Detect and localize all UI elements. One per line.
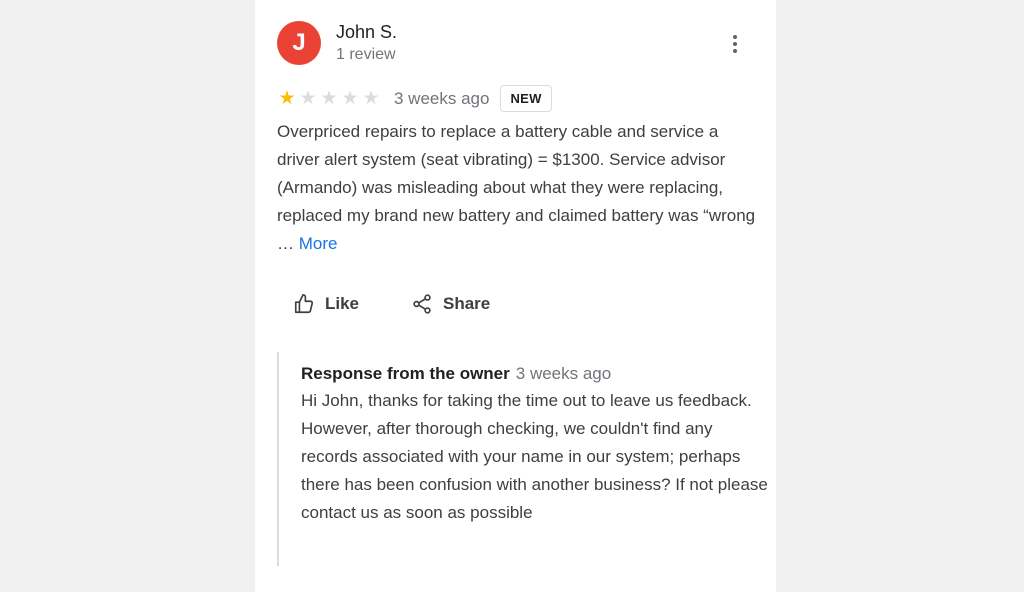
share-label: Share (443, 294, 491, 313)
share-icon (413, 294, 431, 314)
new-badge: NEW (500, 85, 552, 112)
owner-response: Response from the owner 3 weeks ago Hi Jo… (277, 352, 771, 566)
reviewer-review-count: 1 review (336, 46, 396, 63)
star-empty-icon: ★ (320, 88, 338, 109)
share-button[interactable]: Share (411, 293, 490, 315)
review-text: Overpriced repairs to replace a battery … (277, 118, 757, 258)
rating-row: ★ ★ ★ ★ ★ 3 weeks ago NEW (277, 85, 552, 112)
review-card: J John S. 1 review ★ ★ ★ ★ ★ 3 weeks ago NEW… (255, 0, 776, 592)
reviewer-name[interactable]: John S. (336, 22, 397, 43)
more-link[interactable]: More (299, 234, 338, 253)
like-button[interactable]: Like (293, 293, 359, 315)
thumbs-up-icon (294, 294, 314, 314)
owner-response-time: 3 weeks ago (515, 364, 612, 383)
owner-response-title: Response from the owner (301, 364, 510, 383)
star-empty-icon: ★ (299, 88, 317, 109)
more-options-icon[interactable] (725, 33, 745, 55)
like-label: Like (325, 294, 360, 313)
star-empty-icon: ★ (362, 88, 380, 109)
star-rating: ★ ★ ★ ★ ★ (277, 89, 381, 108)
avatar[interactable]: J (277, 21, 321, 65)
review-time: 3 weeks ago (394, 88, 490, 108)
review-body: Overpriced repairs to replace a battery … (277, 122, 756, 253)
star-filled-icon: ★ (278, 88, 296, 109)
owner-response-text: Hi John, thanks for taking the time out … (301, 391, 768, 522)
owner-response-header: Response from the owner 3 weeks ago (301, 363, 771, 385)
star-empty-icon: ★ (341, 88, 359, 109)
